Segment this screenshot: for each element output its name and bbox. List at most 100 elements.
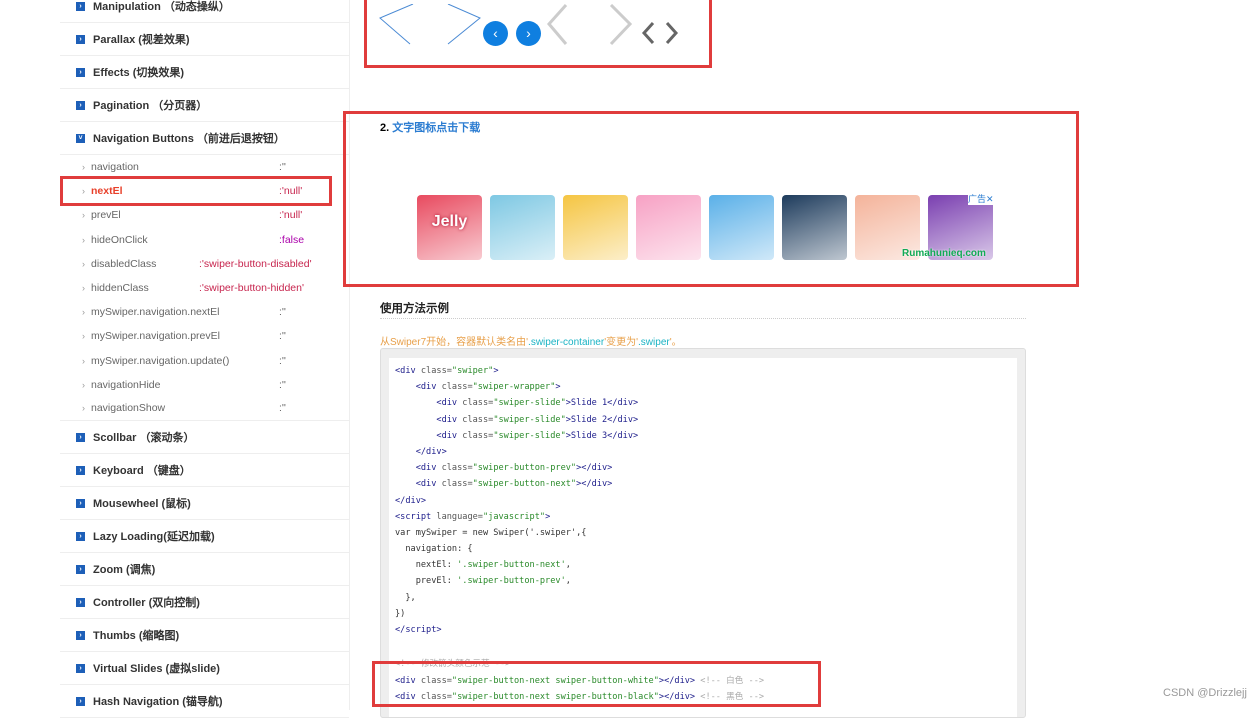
collapse-icon: › (76, 34, 85, 44)
section-label: Controller (双向控制) (93, 597, 200, 610)
chevron-right-icon: › (82, 210, 85, 221)
chevron-right-icon: › (82, 283, 85, 294)
chevron-right-icon: › (82, 379, 85, 390)
section-label: Mousewheel (鼠标) (93, 498, 191, 511)
sidebar: › Manipulation （动态操纵） › Parallax (视差效果) › Eff… (60, 0, 350, 718)
expand-icon: ˅ (76, 133, 85, 143)
next-circle-button[interactable]: › (516, 21, 541, 46)
section-label: Thumbs (缩略图) (93, 630, 180, 643)
section-label: Virtual Slides (虚拟slide) (93, 663, 220, 676)
collapse-icon: › (76, 531, 85, 541)
chevron-right-icon: › (82, 234, 85, 245)
option-value: :'null' (279, 209, 303, 222)
watermark: CSDN @Drizzlejj (1163, 687, 1247, 699)
ad-game-image[interactable] (709, 195, 774, 260)
chevron-right-icon: › (82, 258, 85, 269)
option-value: :'' (279, 378, 286, 391)
section-label: Scollbar （滚动条） (93, 432, 195, 445)
option-name: mySwiper.navigation.update() (91, 354, 230, 367)
sidebar-sub-item[interactable]: › mySwiper.navigation.nextEl:'' (60, 300, 349, 324)
sidebar-section[interactable]: › Virtual Slides (虚拟slide) (60, 652, 349, 686)
section-label: Manipulation （动态操纵） (93, 1, 230, 13)
option-value: :'swiper-button-disabled' (199, 257, 312, 270)
ad-game-image[interactable]: Jelly (417, 195, 482, 260)
collapse-icon: › (76, 696, 85, 706)
ad-game-image[interactable] (490, 195, 555, 260)
sidebar-section[interactable]: › Parallax (视差效果) (60, 23, 349, 56)
option-name: hiddenClass (91, 282, 149, 295)
collapse-icon: › (76, 67, 85, 77)
collapse-icon: › (76, 564, 85, 574)
section-label: Parallax (视差效果) (93, 34, 190, 46)
sidebar-sub-item[interactable]: › mySwiper.navigation.update() :'' (60, 349, 349, 373)
collapse-icon: › (76, 100, 85, 110)
download-link[interactable]: 文字图标点击下载 (392, 122, 480, 134)
option-name: hideOnClick (91, 233, 148, 246)
chevron-right-icon: › (82, 403, 85, 414)
option-name: navigationHide (91, 378, 161, 391)
section-label: Zoom (调焦) (93, 564, 156, 577)
ad-game-image[interactable] (636, 195, 701, 260)
ad-game-image[interactable] (563, 195, 628, 260)
option-value: :'' (279, 402, 286, 415)
collapse-icon: › (76, 597, 85, 607)
section-label: Lazy Loading(延迟加载) (93, 531, 215, 544)
collapse-icon: › (76, 1, 85, 11)
option-value: :'' (279, 354, 286, 367)
option-value: :'' (279, 306, 286, 319)
sidebar-section[interactable]: › Manipulation （动态操纵） (60, 0, 349, 23)
sidebar-sub-item[interactable]: › hiddenClass :'swiper-button-hidden' (60, 276, 349, 300)
section-label: Effects (切换效果) (93, 67, 185, 79)
ad-url: Rumahunieq.com (902, 248, 986, 259)
black-arrows-icon[interactable] (640, 20, 682, 48)
sidebar-sub-item[interactable]: › navigationShow:'' (60, 397, 349, 422)
collapse-icon: › (76, 432, 85, 442)
ad-close-tag[interactable]: 广告✕ (968, 192, 994, 205)
section-label: Pagination （分页器） (93, 100, 208, 112)
thin-blue-arrows-icon[interactable] (378, 4, 483, 46)
prev-circle-button[interactable]: ‹ (483, 21, 508, 46)
sidebar-section[interactable]: › Pagination （分页器） (60, 89, 349, 122)
sidebar-section[interactable]: › Controller (双向控制) (60, 586, 349, 620)
sidebar-section[interactable]: › Hash Navigation (锚导航) (60, 685, 349, 718)
option-name: navigation (91, 161, 139, 174)
option-value: :'swiper-button-hidden' (199, 282, 304, 295)
usage-note: 从Swiper7开始，容器默认类名由'.swiper-container'变更为… (380, 337, 682, 348)
sidebar-section[interactable]: › Keyboard （键盘） (60, 454, 349, 488)
sidebar-section[interactable]: › Thumbs (缩略图) (60, 619, 349, 653)
collapse-icon: › (76, 663, 85, 673)
collapse-icon: › (76, 630, 85, 640)
highlight-box (60, 176, 332, 206)
section-label: Navigation Buttons （前进后退按钮） (93, 133, 285, 145)
sidebar-section[interactable]: ˅ Navigation Buttons （前进后退按钮） (60, 122, 349, 155)
divider (380, 318, 1026, 319)
option-name: prevEl (91, 209, 121, 222)
sidebar-sub-item[interactable]: › hideOnClick :false (60, 228, 349, 252)
ad-game-image[interactable] (782, 195, 847, 260)
chevron-right-icon: › (82, 162, 85, 173)
collapse-icon: › (76, 465, 85, 475)
option-value: :'' (279, 161, 286, 174)
sidebar-section[interactable]: › Lazy Loading(延迟加载) (60, 520, 349, 554)
section-label: Keyboard （键盘） (93, 465, 191, 478)
option-value: :false (279, 233, 305, 246)
game-title: Jelly (431, 213, 468, 230)
sidebar-sub-item[interactable]: › prevEl :'null' (60, 203, 349, 227)
heading-number: 2. (380, 122, 390, 134)
chevron-right-icon: › (82, 331, 85, 342)
option-name: mySwiper.navigation.prevEl (91, 330, 220, 343)
sidebar-section[interactable]: › Scollbar （滚动条） (60, 421, 349, 455)
collapse-icon: › (76, 498, 85, 508)
chevron-right-icon: › (82, 355, 85, 366)
sidebar-section[interactable]: › Zoom (调焦) (60, 553, 349, 587)
sidebar-sub-item[interactable]: › navigationHide :'' (60, 373, 349, 397)
ad-heading: 2. 文字图标点击下载 (380, 119, 480, 135)
sidebar-section[interactable]: › Effects (切换效果) (60, 56, 349, 89)
option-value: :'' (279, 330, 286, 343)
usage-title: 使用方法示例 (380, 303, 449, 315)
sidebar-section[interactable]: › Mousewheel (鼠标) (60, 487, 349, 521)
sidebar-sub-item[interactable]: › mySwiper.navigation.prevEl :'' (60, 324, 349, 348)
sidebar-sub-item[interactable]: › disabledClass:'swiper-button-disabled' (60, 252, 349, 276)
white-arrows-icon[interactable] (546, 4, 636, 46)
highlight-box (372, 661, 821, 707)
